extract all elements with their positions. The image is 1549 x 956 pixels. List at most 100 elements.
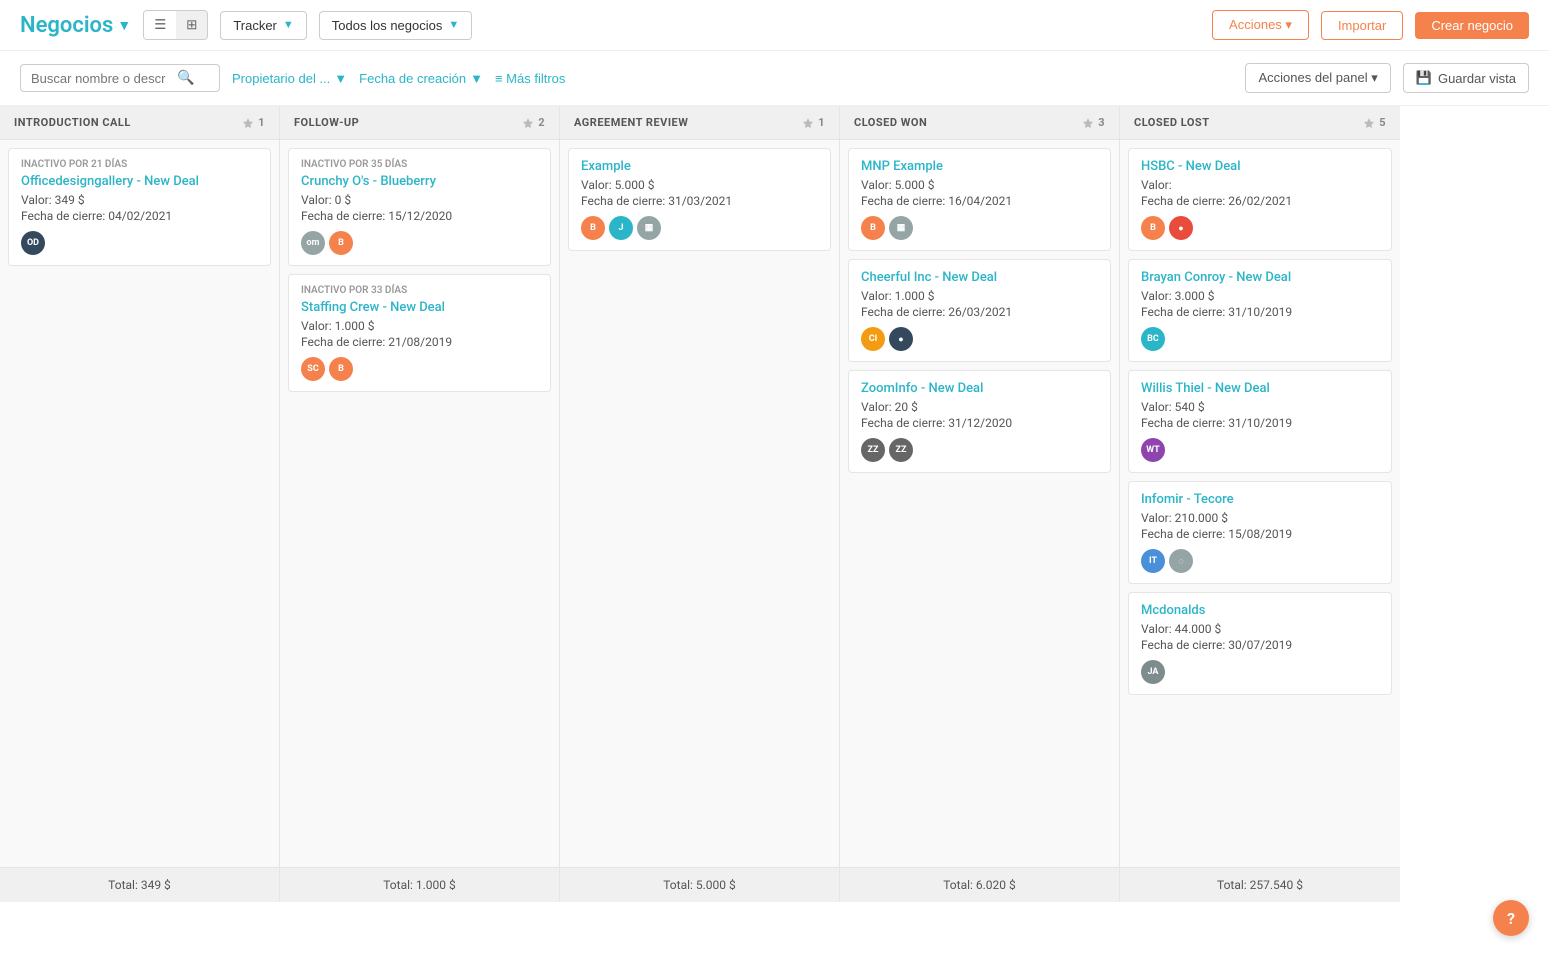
business-filter-dropdown[interactable]: Todos los negocios ▼ [319, 11, 472, 40]
avatar: B [1141, 216, 1165, 240]
deal-card[interactable]: Mcdonalds Valor: 44.000 $ Fecha de cierr… [1128, 592, 1392, 695]
save-icon: 💾 [1416, 70, 1432, 86]
deal-name: Officedesigngallery - New Deal [21, 174, 258, 189]
avatar: om [301, 231, 325, 255]
avatar: B [329, 231, 353, 255]
deal-name: Brayan Conroy - New Deal [1141, 270, 1379, 285]
deal-card[interactable]: Willis Thiel - New Deal Valor: 540 $ Fec… [1128, 370, 1392, 473]
column-cards-follow_up: INACTIVO POR 35 DÍAS Crunchy O's - Blueb… [280, 140, 559, 867]
deal-date: Fecha de cierre: 15/08/2019 [1141, 527, 1379, 541]
column-title: AGREEMENT REVIEW [574, 116, 688, 129]
avatar: ● [889, 327, 913, 351]
column-cards-introduction_call: INACTIVO POR 21 DÍAS Officedesigngallery… [0, 140, 279, 867]
deal-card[interactable]: Cheerful Inc - New Deal Valor: 1.000 $ F… [848, 259, 1111, 362]
deal-date: Fecha de cierre: 31/10/2019 [1141, 416, 1379, 430]
deal-card[interactable]: Example Valor: 5.000 $ Fecha de cierre: … [568, 148, 831, 251]
deal-name: HSBC - New Deal [1141, 159, 1379, 174]
avatar: ◌ [1169, 549, 1193, 573]
deal-value: Valor: 349 $ [21, 193, 258, 207]
fecha-filter[interactable]: Fecha de creación ▼ [359, 71, 483, 86]
column-title: FOLLOW-UP [294, 116, 359, 129]
deal-date: Fecha de cierre: 31/10/2019 [1141, 305, 1379, 319]
count-icon [1363, 117, 1375, 129]
column-footer-agreement_review: Total: 5.000 $ [560, 867, 839, 902]
deal-avatars: omB [301, 231, 538, 255]
deal-value: Valor: 1.000 $ [861, 289, 1098, 303]
column-title: CLOSED WON [854, 116, 927, 129]
avatar: IT [1141, 549, 1165, 573]
avatar: B [581, 216, 605, 240]
crear-negocio-button[interactable]: Crear negocio [1415, 12, 1529, 39]
importar-button[interactable]: Importar [1321, 11, 1403, 40]
column-title: CLOSED LOST [1134, 116, 1210, 129]
column-cards-agreement_review: Example Valor: 5.000 $ Fecha de cierre: … [560, 140, 839, 867]
mas-filtros-button[interactable]: ≡ Más filtros [495, 71, 565, 86]
count-icon [1082, 117, 1094, 129]
view-toggle: ☰ ⊞ [143, 10, 208, 40]
column-count: 5 [1363, 116, 1386, 129]
deal-avatars: BJ▦ [581, 216, 818, 240]
column-closed_won: CLOSED WON 3 MNP Example Valor: 5.000 $ … [840, 106, 1120, 902]
deal-avatars: CI● [861, 327, 1098, 351]
deal-card[interactable]: INACTIVO POR 33 DÍAS Staffing Crew - New… [288, 274, 551, 392]
tracker-dropdown[interactable]: Tracker ▼ [220, 11, 306, 40]
deal-card[interactable]: Brayan Conroy - New Deal Valor: 3.000 $ … [1128, 259, 1392, 362]
deal-card[interactable]: HSBC - New Deal Valor: Fecha de cierre: … [1128, 148, 1392, 251]
deal-name: Staffing Crew - New Deal [301, 300, 538, 315]
deal-date: Fecha de cierre: 26/03/2021 [861, 305, 1098, 319]
deal-name: Infomir - Tecore [1141, 492, 1379, 507]
acciones-button[interactable]: Acciones ▾ [1212, 10, 1309, 40]
column-agreement_review: AGREEMENT REVIEW 1 Example Valor: 5.000 … [560, 106, 840, 902]
column-footer-closed_lost: Total: 257.540 $ [1120, 867, 1400, 902]
app-title[interactable]: Negocios ▼ [20, 13, 131, 38]
column-closed_lost: CLOSED LOST 5 HSBC - New Deal Valor: Fec… [1120, 106, 1400, 902]
deal-date: Fecha de cierre: 30/07/2019 [1141, 638, 1379, 652]
inactive-badge: INACTIVO POR 33 DÍAS [301, 285, 538, 296]
deal-value: Valor: 540 $ [1141, 400, 1379, 414]
deal-value: Valor: 5.000 $ [861, 178, 1098, 192]
deal-card[interactable]: MNP Example Valor: 5.000 $ Fecha de cier… [848, 148, 1111, 251]
deal-date: Fecha de cierre: 31/03/2021 [581, 194, 818, 208]
deal-name: Cheerful Inc - New Deal [861, 270, 1098, 285]
help-button[interactable]: ? [1493, 900, 1529, 936]
acciones-panel-button[interactable]: Acciones del panel ▾ [1245, 63, 1390, 93]
column-footer-follow_up: Total: 1.000 $ [280, 867, 559, 902]
column-count: 1 [802, 116, 825, 129]
deal-name: MNP Example [861, 159, 1098, 174]
deal-date: Fecha de cierre: 26/02/2021 [1141, 194, 1379, 208]
deal-value: Valor: 1.000 $ [301, 319, 538, 333]
deal-name: Willis Thiel - New Deal [1141, 381, 1379, 396]
column-cards-closed_won: MNP Example Valor: 5.000 $ Fecha de cier… [840, 140, 1119, 867]
deal-card[interactable]: Infomir - Tecore Valor: 210.000 $ Fecha … [1128, 481, 1392, 584]
kanban-board: INTRODUCTION CALL 1 INACTIVO POR 21 DÍAS… [0, 106, 1549, 902]
column-header-introduction_call: INTRODUCTION CALL 1 [0, 106, 279, 140]
avatar: ● [1169, 216, 1193, 240]
deal-avatars: ZZZZ [861, 438, 1098, 462]
column-header-closed_lost: CLOSED LOST 5 [1120, 106, 1400, 140]
grid-view-button[interactable]: ⊞ [176, 11, 207, 39]
deal-value: Valor: 5.000 $ [581, 178, 818, 192]
deal-card[interactable]: ZoomInfo - New Deal Valor: 20 $ Fecha de… [848, 370, 1111, 473]
propietario-filter[interactable]: Propietario del ... ▼ [232, 71, 347, 86]
app-title-chevron: ▼ [117, 17, 131, 34]
inactive-badge: INACTIVO POR 21 DÍAS [21, 159, 258, 170]
avatar: WT [1141, 438, 1165, 462]
deal-date: Fecha de cierre: 31/12/2020 [861, 416, 1098, 430]
deal-name: Example [581, 159, 818, 174]
inactive-badge: INACTIVO POR 35 DÍAS [301, 159, 538, 170]
search-input[interactable] [31, 71, 171, 86]
list-view-button[interactable]: ☰ [144, 11, 176, 39]
filter-bar: 🔍 Propietario del ... ▼ Fecha de creació… [0, 51, 1549, 106]
avatar: ▦ [637, 216, 661, 240]
guardar-vista-button[interactable]: 💾 Guardar vista [1403, 63, 1529, 93]
deal-avatars: JA [1141, 660, 1379, 684]
avatar: ▦ [889, 216, 913, 240]
deal-value: Valor: 210.000 $ [1141, 511, 1379, 525]
avatar: BC [1141, 327, 1165, 351]
deal-name: Mcdonalds [1141, 603, 1379, 618]
avatar: B [861, 216, 885, 240]
deal-card[interactable]: INACTIVO POR 21 DÍAS Officedesigngallery… [8, 148, 271, 266]
deal-card[interactable]: INACTIVO POR 35 DÍAS Crunchy O's - Blueb… [288, 148, 551, 266]
business-chevron: ▼ [448, 19, 459, 31]
avatar: ZZ [861, 438, 885, 462]
